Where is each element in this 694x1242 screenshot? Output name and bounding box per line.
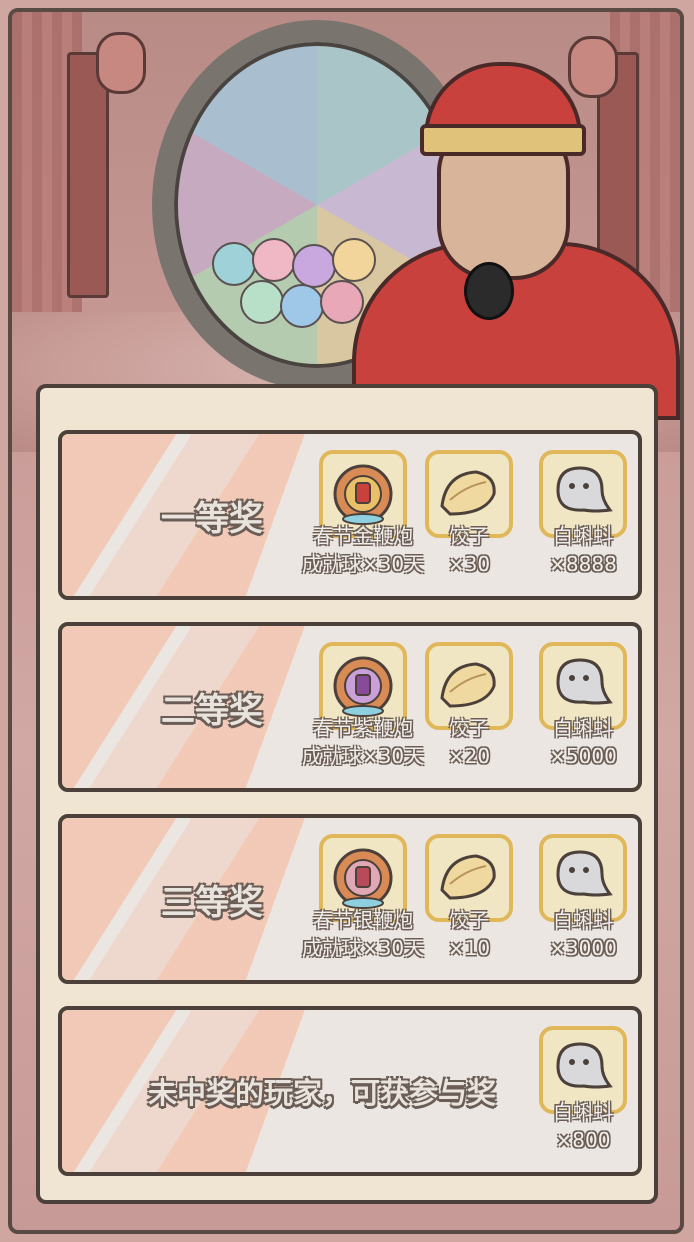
right-lantern-icon — [568, 36, 618, 98]
prize-item-amount: ×800 — [555, 1128, 611, 1152]
prize-item: 白蝌蚪 ×3000 — [528, 834, 638, 962]
prize-item-amount: ×5000 — [549, 744, 617, 768]
left-lantern-icon — [96, 32, 146, 94]
lottery-ball — [280, 284, 324, 328]
prize-list-panel: 一等奖 春节金鞭炮 成就球×30天 饺子 ×30 白蝌蚪 ×8888 二等奖 春… — [36, 384, 658, 1204]
prize-item-amount: ×30 — [447, 552, 491, 576]
prize-title: 未中奖的玩家，可获参与奖 — [147, 1076, 496, 1110]
prize-item-name: 饺子 — [449, 908, 489, 932]
host-hat-band — [420, 124, 586, 156]
prize-card-participation: 未中奖的玩家，可获参与奖 白蝌蚪 ×800 — [58, 1006, 642, 1176]
lottery-ball — [292, 244, 336, 288]
prize-item-amount: ×10 — [447, 936, 491, 960]
prize-card-second: 二等奖 春节紫鞭炮 成就球×30天 饺子 ×20 白蝌蚪 ×5000 — [58, 622, 642, 792]
prize-item-name: 白蝌蚪 — [553, 524, 613, 548]
prize-item-name: 白蝌蚪 — [553, 908, 613, 932]
prize-item: 饺子 ×20 — [414, 642, 524, 770]
prize-card-first: 一等奖 春节金鞭炮 成就球×30天 饺子 ×30 白蝌蚪 ×8888 — [58, 430, 642, 600]
prize-item: 白蝌蚪 ×8888 — [528, 450, 638, 578]
left-pillar — [67, 52, 109, 298]
prize-item-name: 白蝌蚪 — [553, 1100, 613, 1124]
lottery-ball — [332, 238, 376, 282]
prize-item-amount: ×8888 — [549, 552, 617, 576]
prize-item: 饺子 ×10 — [414, 834, 524, 962]
prize-item-amount: ×3000 — [549, 936, 617, 960]
prize-item-name: 饺子 — [449, 524, 489, 548]
lottery-ball — [212, 242, 256, 286]
prize-item-amount: ×20 — [447, 744, 491, 768]
prize-item: 饺子 ×30 — [414, 450, 524, 578]
lottery-ball — [320, 280, 364, 324]
microphone-icon — [464, 262, 514, 320]
prize-item-name: 白蝌蚪 — [553, 716, 613, 740]
prize-item: 白蝌蚪 ×800 — [528, 1026, 638, 1154]
prize-card-third: 三等奖 春节银鞭炮 成就球×30天 饺子 ×10 白蝌蚪 ×3000 — [58, 814, 642, 984]
lottery-ball — [252, 238, 296, 282]
prize-item-name: 饺子 — [449, 716, 489, 740]
prize-item: 白蝌蚪 ×5000 — [528, 642, 638, 770]
lottery-ball — [240, 280, 284, 324]
